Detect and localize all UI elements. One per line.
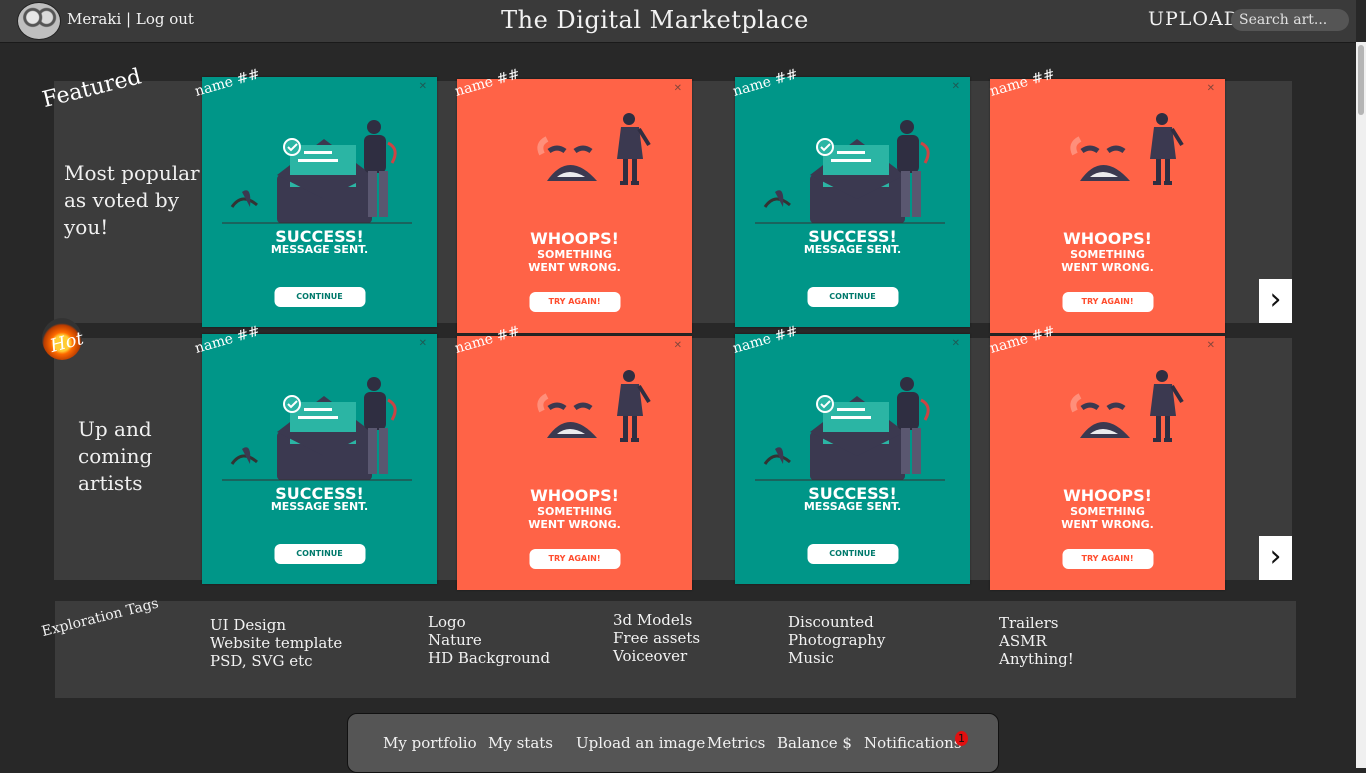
exploration-tag[interactable]: ASMR bbox=[999, 632, 1074, 650]
exploration-tag[interactable]: PSD, SVG etc bbox=[210, 652, 342, 670]
close-icon[interactable]: ✕ bbox=[952, 338, 960, 349]
card-action-button[interactable]: TRY AGAIN! bbox=[1062, 549, 1153, 569]
exploration-tag[interactable]: Trailers bbox=[999, 614, 1074, 632]
nav-my-stats[interactable]: My stats bbox=[488, 734, 553, 752]
card-headline: WHOOPS! bbox=[1063, 486, 1152, 505]
card-headline: WHOOPS! bbox=[530, 486, 619, 505]
card-subline-2: WENT WRONG. bbox=[1061, 261, 1154, 274]
close-icon[interactable]: ✕ bbox=[952, 81, 960, 92]
nav-metrics[interactable]: Metrics bbox=[707, 734, 765, 752]
card-subline: SOMETHING bbox=[1070, 505, 1145, 518]
exploration-tag[interactable]: Free assets bbox=[613, 629, 700, 647]
card-headline: WHOOPS! bbox=[530, 229, 619, 248]
card-subline: SOMETHING bbox=[537, 505, 612, 518]
exploration-tag[interactable]: Voiceover bbox=[613, 647, 700, 665]
hot-description: Up and coming artists bbox=[78, 417, 153, 495]
tag-column: 3d Models Free assets Voiceover bbox=[613, 611, 700, 665]
artwork-card[interactable]: ✕ SUCCESS! MESSAGE SENT. CONTINUE bbox=[202, 77, 437, 327]
sad-face-illustration bbox=[1070, 113, 1184, 185]
nav-upload-image[interactable]: Upload an image bbox=[576, 734, 705, 752]
card-subline: SOMETHING bbox=[1070, 248, 1145, 261]
exploration-tag[interactable]: 3d Models bbox=[613, 611, 700, 629]
nav-balance[interactable]: Balance $ bbox=[777, 734, 852, 752]
close-icon[interactable]: ✕ bbox=[419, 81, 427, 92]
featured-next-button[interactable]: › bbox=[1259, 279, 1292, 323]
card-action-button[interactable]: CONTINUE bbox=[807, 544, 898, 564]
upload-link[interactable]: UPLOAD bbox=[1148, 8, 1240, 30]
artwork-card[interactable]: ✕ SUCCESS! MESSAGE SENT. CONTINUE bbox=[735, 334, 970, 584]
card-subline-2: WENT WRONG. bbox=[528, 261, 621, 274]
exploration-tag[interactable]: Anything! bbox=[999, 650, 1074, 668]
card-action-button[interactable]: CONTINUE bbox=[274, 544, 365, 564]
card-subline: MESSAGE SENT. bbox=[803, 500, 902, 513]
tag-column: UI Design Website template PSD, SVG etc bbox=[210, 616, 342, 670]
card-action-button[interactable]: CONTINUE bbox=[274, 287, 365, 307]
nav-notifications[interactable]: Notifications bbox=[864, 734, 962, 752]
close-icon[interactable]: ✕ bbox=[674, 83, 682, 94]
close-icon[interactable]: ✕ bbox=[674, 340, 682, 351]
artwork-card[interactable]: ✕ WHOOPS! SOMETHING WENT WRONG. TRY AGAIN! bbox=[457, 79, 692, 333]
sad-face-illustration bbox=[1070, 370, 1184, 442]
card-action-button[interactable]: CONTINUE bbox=[807, 287, 898, 307]
tag-column: Logo Nature HD Background bbox=[428, 613, 550, 667]
envelope-illustration bbox=[222, 377, 412, 481]
page-scrollbar[interactable] bbox=[1356, 42, 1366, 768]
exploration-tag[interactable]: Website template bbox=[210, 634, 342, 652]
exploration-tag[interactable]: UI Design bbox=[210, 616, 342, 634]
notification-badge: 1 bbox=[955, 731, 968, 746]
nav-my-portfolio[interactable]: My portfolio bbox=[383, 734, 477, 752]
artwork-card[interactable]: ✕ WHOOPS! SOMETHING WENT WRONG. TRY AGAIN! bbox=[457, 336, 692, 590]
exploration-tag[interactable]: Photography bbox=[788, 631, 885, 649]
card-action-button[interactable]: TRY AGAIN! bbox=[529, 292, 620, 312]
card-action-button[interactable]: TRY AGAIN! bbox=[1062, 292, 1153, 312]
envelope-illustration bbox=[755, 377, 945, 481]
card-headline: WHOOPS! bbox=[1063, 229, 1152, 248]
artwork-card[interactable]: ✕ SUCCESS! MESSAGE SENT. CONTINUE bbox=[202, 334, 437, 584]
card-subline-2: WENT WRONG. bbox=[528, 518, 621, 531]
exploration-tag[interactable]: Music bbox=[788, 649, 885, 667]
bottom-nav: My portfolio My stats Upload an image Me… bbox=[347, 713, 999, 773]
card-action-button[interactable]: TRY AGAIN! bbox=[529, 549, 620, 569]
search-input[interactable] bbox=[1231, 9, 1349, 31]
card-subline: MESSAGE SENT. bbox=[270, 243, 369, 256]
envelope-illustration bbox=[222, 120, 412, 224]
card-subline: MESSAGE SENT. bbox=[803, 243, 902, 256]
sad-face-illustration bbox=[537, 113, 651, 185]
card-subline: SOMETHING bbox=[537, 248, 612, 261]
chevron-right-icon: › bbox=[1269, 282, 1282, 317]
envelope-illustration bbox=[755, 120, 945, 224]
site-title: The Digital Marketplace bbox=[501, 6, 809, 34]
exploration-tag[interactable]: Nature bbox=[428, 631, 550, 649]
close-icon[interactable]: ✕ bbox=[1207, 340, 1215, 351]
artwork-card[interactable]: ✕ WHOOPS! SOMETHING WENT WRONG. TRY AGAIN! bbox=[990, 79, 1225, 333]
hot-next-button[interactable]: › bbox=[1259, 536, 1292, 580]
tag-column: Discounted Photography Music bbox=[788, 613, 885, 667]
exploration-tag[interactable]: Logo bbox=[428, 613, 550, 631]
featured-description: Most popular as voted by you! bbox=[64, 161, 200, 239]
close-icon[interactable]: ✕ bbox=[1207, 83, 1215, 94]
tag-column: Trailers ASMR Anything! bbox=[999, 614, 1074, 668]
chevron-right-icon: › bbox=[1269, 539, 1282, 574]
top-bar: Meraki | Log out The Digital Marketplace… bbox=[0, 0, 1356, 43]
artwork-card[interactable]: ✕ WHOOPS! SOMETHING WENT WRONG. TRY AGAIN! bbox=[990, 336, 1225, 590]
exploration-tag[interactable]: HD Background bbox=[428, 649, 550, 667]
artwork-card[interactable]: ✕ SUCCESS! MESSAGE SENT. CONTINUE bbox=[735, 77, 970, 327]
exploration-tag[interactable]: Discounted bbox=[788, 613, 885, 631]
card-subline-2: WENT WRONG. bbox=[1061, 518, 1154, 531]
close-icon[interactable]: ✕ bbox=[419, 338, 427, 349]
scroll-thumb[interactable] bbox=[1358, 45, 1364, 115]
card-subline: MESSAGE SENT. bbox=[270, 500, 369, 513]
sad-face-illustration bbox=[537, 370, 651, 442]
